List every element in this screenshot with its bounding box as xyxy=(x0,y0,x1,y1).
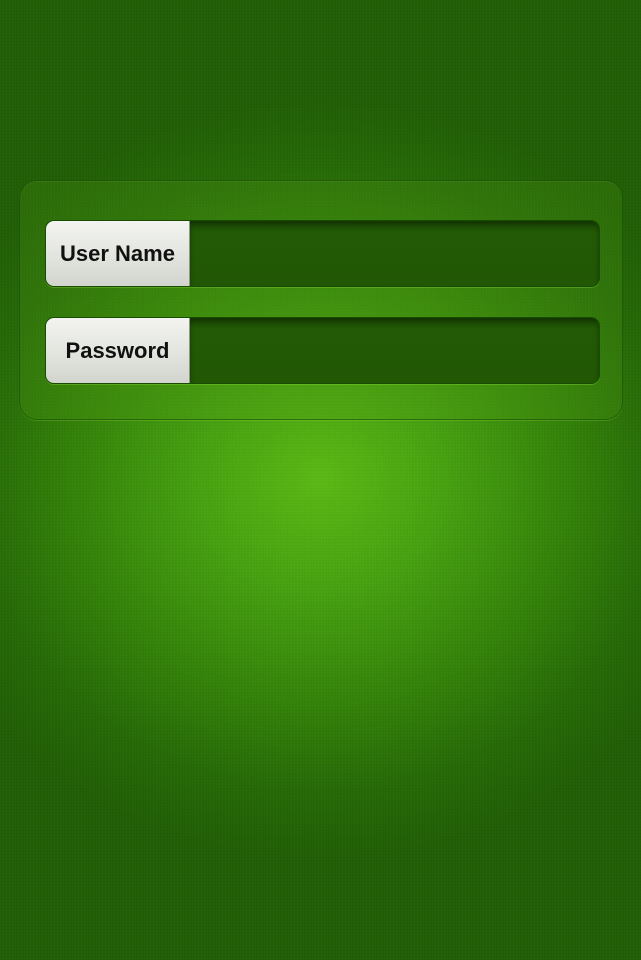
background-texture xyxy=(0,0,641,960)
password-label: Password xyxy=(46,318,190,383)
password-field[interactable] xyxy=(190,318,599,383)
username-row: User Name xyxy=(45,220,600,287)
login-panel xyxy=(19,180,623,420)
username-field[interactable] xyxy=(190,221,599,286)
password-row: Password xyxy=(45,317,600,384)
username-label: User Name xyxy=(46,221,190,286)
